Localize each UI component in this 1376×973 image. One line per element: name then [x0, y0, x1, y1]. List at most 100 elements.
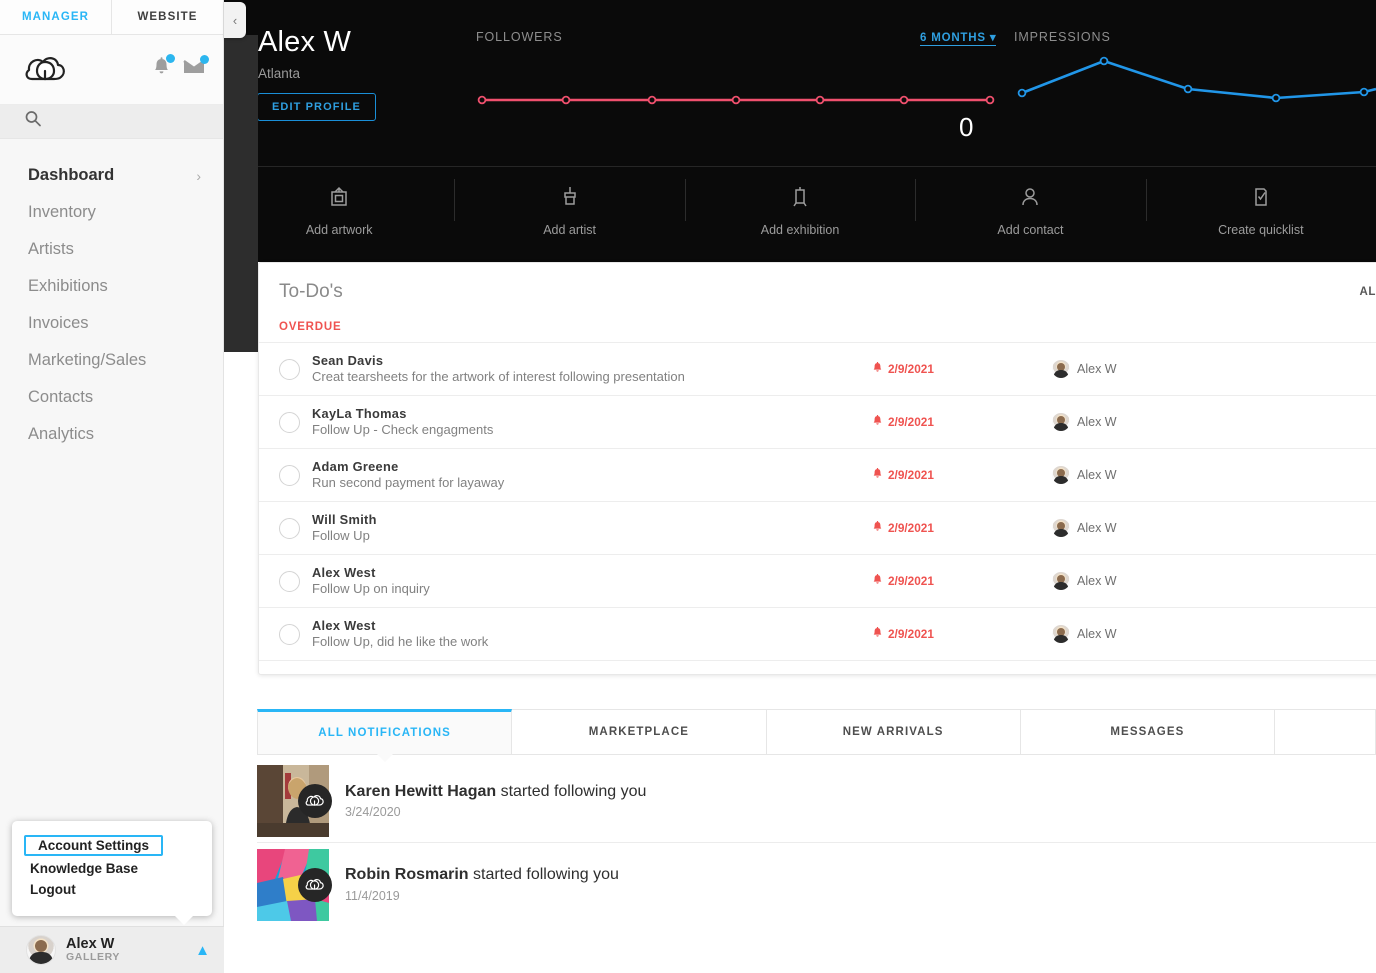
- avatar: [26, 935, 56, 965]
- sidebar-item-dashboard[interactable]: Dashboard ›: [0, 157, 223, 194]
- add-exhibition-button[interactable]: Add exhibition: [684, 175, 915, 237]
- sidebar-item-dashboard-label: Dashboard: [28, 166, 115, 184]
- mode-switch-manager[interactable]: MANAGER: [0, 0, 112, 35]
- chevron-up-icon[interactable]: ▲: [195, 942, 210, 959]
- todo-due-date-text: 2/9/2021: [888, 362, 934, 376]
- todo-checkbox[interactable]: [279, 464, 300, 486]
- avatar-image: [257, 765, 329, 841]
- table-row[interactable]: Alex West: [259, 660, 1376, 674]
- notification-action-text: started following you: [496, 782, 647, 800]
- followers-count: 0: [959, 112, 974, 142]
- edit-profile-button[interactable]: EDIT PROFILE: [257, 93, 376, 121]
- sidebar-collapse-button[interactable]: ‹: [224, 2, 246, 38]
- todo-checkbox[interactable]: [279, 517, 300, 539]
- notification-headline: Robin Rosmarin started following you: [345, 864, 619, 886]
- sidebar-item-contacts-label: Contacts: [28, 388, 94, 406]
- hero-location: Atlanta: [258, 66, 301, 81]
- table-row[interactable]: Alex West Follow Up on inquiry 2/9/2021 …: [259, 554, 1376, 607]
- sidebar-item-invoices[interactable]: Invoices: [0, 305, 223, 342]
- mode-switch-website[interactable]: WEBSITE: [112, 0, 223, 35]
- sidebar-nav: Dashboard › Inventory Artists Exhibition…: [0, 139, 223, 453]
- table-row[interactable]: Alex West Follow Up, did he like the wor…: [259, 607, 1376, 660]
- todo-text: Will Smith Follow Up: [312, 512, 872, 544]
- todo-contact-name: Adam Greene: [312, 458, 399, 474]
- followers-label: FOLLOWERS: [476, 30, 563, 44]
- chevron-down-icon: ▾: [989, 32, 997, 44]
- todo-owner: Alex W: [1052, 519, 1117, 537]
- sidebar-item-exhibitions[interactable]: Exhibitions: [0, 268, 223, 305]
- todo-title: To-Do's: [279, 281, 343, 302]
- account-settings-label: Account Settings: [38, 838, 150, 853]
- sidebar-item-analytics[interactable]: Analytics: [0, 416, 223, 453]
- notification-date: 3/24/2020: [345, 805, 401, 820]
- alarm-bell-icon: [872, 573, 883, 589]
- todo-contact-name: Sean Davis: [312, 352, 384, 368]
- todo-description: Follow Up - Check engagments: [312, 421, 494, 437]
- todo-filter[interactable]: ALL /: [1359, 286, 1376, 298]
- account-menu-item-account-settings[interactable]: Account Settings: [24, 835, 164, 856]
- table-row[interactable]: Adam Greene Run second payment for layaw…: [259, 448, 1376, 501]
- search-input[interactable]: [0, 105, 223, 139]
- todo-owner-name: Alex W: [1077, 415, 1117, 429]
- table-row[interactable]: Will Smith Follow Up 2/9/2021 Alex W: [259, 501, 1376, 554]
- sidebar-item-contacts[interactable]: Contacts: [0, 379, 223, 416]
- tab-overflow[interactable]: [1275, 709, 1376, 755]
- sidebar: MANAGER WEBSITE Dashboard › Inventory Ar…: [0, 0, 224, 973]
- impressions-label: IMPRESSIONS: [1014, 30, 1111, 44]
- add-contact-button[interactable]: Add contact: [915, 175, 1145, 237]
- todo-due-date: 2/9/2021: [872, 414, 1052, 430]
- cloud-logo-icon[interactable]: [24, 53, 68, 87]
- search-icon: [24, 110, 42, 133]
- sidebar-item-artists-label: Artists: [28, 240, 74, 258]
- account-menu-item-knowledge-base[interactable]: Knowledge Base: [16, 858, 208, 879]
- hero-divider: [258, 166, 1376, 167]
- alarm-bell-icon: [872, 626, 883, 642]
- account-footer-role: GALLERY: [66, 951, 120, 964]
- todo-text: Sean Davis Creat tearsheets for the artw…: [312, 353, 872, 385]
- knowledge-base-label: Knowledge Base: [30, 861, 139, 876]
- messages-envelope-icon[interactable]: [183, 55, 209, 81]
- tab-marketplace[interactable]: MARKETPLACE: [512, 709, 767, 755]
- todo-checkbox[interactable]: [279, 623, 300, 645]
- person-icon: [1019, 188, 1041, 213]
- todo-due-date: 2/9/2021: [872, 626, 1052, 642]
- sidebar-item-marketing-sales-label: Marketing/Sales: [28, 351, 147, 369]
- todo-contact-name: Will Smith: [312, 511, 377, 527]
- todo-section-label: OVERDUE: [279, 321, 342, 333]
- tab-new-arrivals[interactable]: NEW ARRIVALS: [766, 709, 1021, 755]
- page-title: Alex W: [258, 26, 352, 58]
- todo-due-date-text: 2/9/2021: [888, 627, 934, 641]
- todo-due-date-text: 2/9/2021: [888, 574, 934, 588]
- period-dropdown[interactable]: 6 MONTHS ▾: [920, 30, 997, 46]
- tab-messages[interactable]: MESSAGES: [1020, 709, 1275, 755]
- logout-label: Logout: [30, 882, 76, 897]
- quick-actions: Add artwork Add artist Add exhibition Ad…: [224, 175, 1376, 237]
- table-row[interactable]: Sean Davis Creat tearsheets for the artw…: [259, 342, 1376, 395]
- mode-switch-manager-label: MANAGER: [21, 11, 90, 23]
- todo-checkbox[interactable]: [279, 411, 300, 433]
- list-item[interactable]: Karen Hewitt Hagan started following you…: [257, 760, 1376, 843]
- sidebar-item-exhibitions-label: Exhibitions: [28, 277, 108, 295]
- todo-checkbox[interactable]: [279, 570, 300, 592]
- tab-all-notifications-label: ALL NOTIFICATIONS: [318, 727, 451, 739]
- sidebar-item-inventory[interactable]: Inventory: [0, 194, 223, 231]
- tab-messages-label: MESSAGES: [1110, 726, 1185, 738]
- notifications-bell-icon[interactable]: [152, 54, 175, 82]
- create-quicklist-button[interactable]: Create quicklist: [1145, 175, 1376, 237]
- table-row[interactable]: KayLa Thomas Follow Up - Check engagment…: [259, 395, 1376, 448]
- avatar: [1052, 466, 1070, 484]
- account-footer[interactable]: Alex W GALLERY ▲: [0, 926, 224, 973]
- sidebar-item-marketing-sales[interactable]: Marketing/Sales: [0, 342, 223, 379]
- exhibition-banner-icon: [789, 187, 811, 213]
- dashboard-page: MANAGER WEBSITE Dashboard › Inventory Ar…: [0, 0, 1376, 973]
- add-artwork-button[interactable]: Add artwork: [224, 175, 454, 237]
- account-menu-item-logout[interactable]: Logout: [16, 879, 208, 900]
- todo-checkbox[interactable]: [279, 358, 300, 380]
- add-artist-button[interactable]: Add artist: [454, 175, 684, 237]
- todo-owner: Alex W: [1052, 466, 1117, 484]
- alarm-bell-icon: [872, 361, 883, 377]
- list-item[interactable]: Robin Rosmarin started following you 11/…: [257, 843, 1376, 926]
- avatar-image: [257, 848, 329, 925]
- sidebar-item-artists[interactable]: Artists: [0, 231, 223, 268]
- tab-all-notifications[interactable]: ALL NOTIFICATIONS: [257, 709, 513, 762]
